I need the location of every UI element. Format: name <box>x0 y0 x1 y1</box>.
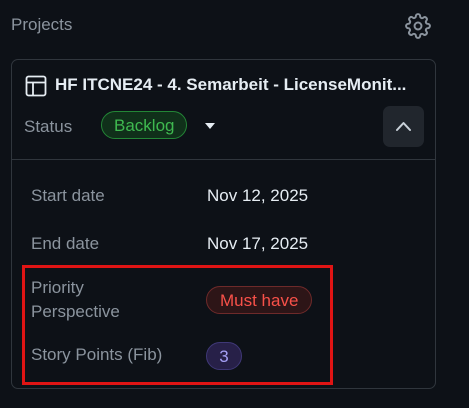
priority-label: Priority Perspective <box>31 276 120 324</box>
story-points-badge[interactable]: 3 <box>206 342 242 370</box>
end-date-value[interactable]: Nov 17, 2025 <box>207 234 308 254</box>
status-label: Status <box>24 117 73 136</box>
collapse-button[interactable] <box>383 106 424 147</box>
project-title-link[interactable]: HF ITCNE24 - 4. Semarbeit - LicenseMonit… <box>55 75 417 95</box>
project-card: HF ITCNE24 - 4. Semarbeit - LicenseMonit… <box>11 59 436 389</box>
table-icon <box>25 75 47 97</box>
priority-badge[interactable]: Must have <box>206 286 313 314</box>
status-badge[interactable]: Backlog <box>101 111 188 139</box>
priority-label-line2: Perspective <box>31 302 120 321</box>
gear-icon[interactable] <box>405 13 431 39</box>
project-card-header: HF ITCNE24 - 4. Semarbeit - LicenseMonit… <box>12 60 435 160</box>
section-title: Projects <box>11 15 73 34</box>
start-date-label: Start date <box>31 186 105 205</box>
start-date-value[interactable]: Nov 12, 2025 <box>207 186 308 206</box>
projects-panel: Projects HF ITCNE24 - 4. Semarbeit - Lic… <box>0 0 469 408</box>
priority-label-line1: Priority <box>31 278 84 297</box>
chevron-up-icon <box>396 122 411 131</box>
story-points-label: Story Points (Fib) <box>31 345 163 364</box>
end-date-label: End date <box>31 234 100 253</box>
chevron-down-icon[interactable] <box>203 121 217 131</box>
